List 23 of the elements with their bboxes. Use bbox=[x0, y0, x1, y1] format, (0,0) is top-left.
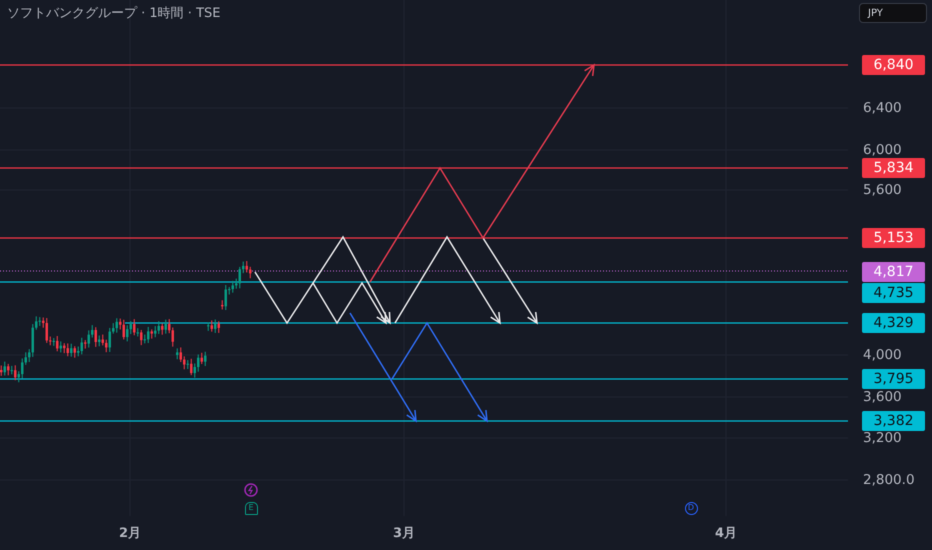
lightning-icon[interactable] bbox=[244, 483, 258, 497]
price-tick-label: 2,800.0 bbox=[863, 472, 915, 488]
month-label: 2月 bbox=[118, 525, 142, 542]
price-tick-label: 3,600 bbox=[863, 389, 902, 405]
price-tick-label: 6,400 bbox=[863, 100, 902, 116]
price-level-label: 3,382 bbox=[862, 411, 925, 431]
month-label: 3月 bbox=[392, 525, 416, 542]
price-level-label: 4,817 bbox=[862, 262, 925, 282]
price-level-label: 5,153 bbox=[862, 228, 925, 248]
price-level-label: 6,840 bbox=[862, 55, 925, 75]
price-tick-label: 3,200 bbox=[863, 430, 902, 446]
price-tick-label: 6,000 bbox=[863, 142, 902, 158]
dividend-marker[interactable]: D bbox=[684, 502, 698, 514]
price-level-label: 5,834 bbox=[862, 158, 925, 178]
price-level-label: 4,735 bbox=[862, 283, 925, 303]
price-tick-label: 4,000 bbox=[863, 347, 902, 363]
chart-title: ソフトバンクグループ · 1時間 · TSE bbox=[7, 5, 220, 22]
price-tick-label: 5,600 bbox=[863, 182, 902, 198]
earnings-marker[interactable]: E bbox=[244, 502, 258, 514]
currency-button[interactable]: JPY bbox=[859, 3, 927, 23]
price-level-label: 4,329 bbox=[862, 313, 925, 333]
month-label: 4月 bbox=[714, 525, 738, 542]
price-level-label: 3,795 bbox=[862, 369, 925, 389]
